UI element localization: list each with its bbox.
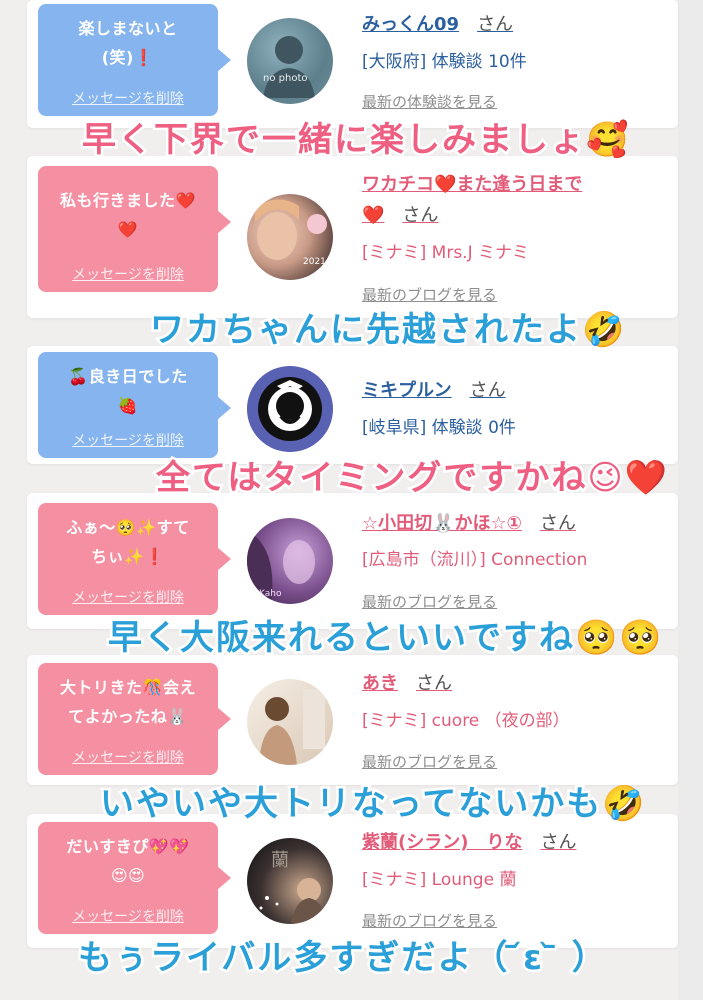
message-card: 楽しまないと (笑)❗ メッセージを削除 no photo みっくん09 さん [… <box>27 0 678 128</box>
avatar-text: no photo <box>263 73 308 84</box>
delete-message-link[interactable]: メッセージを削除 <box>38 747 218 767</box>
avatar-photo <box>247 366 333 452</box>
overlay-caption: ワカちゃんに先越されたよ🤣 <box>147 308 627 353</box>
message-text: 🍓 <box>117 396 139 415</box>
user-info: [ミナミ] Lounge 蘭 <box>362 870 517 890</box>
message-text: ❤️ <box>117 220 139 239</box>
message-bubble: 楽しまないと (笑)❗ メッセージを削除 <box>38 4 231 116</box>
user-name-link[interactable]: ワカチコ❤️また逢う日まで <box>362 170 582 196</box>
user-name-link[interactable]: あき さん <box>362 669 452 695</box>
delete-message-link[interactable]: メッセージを削除 <box>38 264 218 284</box>
latest-post-link[interactable]: 最新のブログを見る <box>362 751 497 772</box>
message-bubble: 大トリきた🎊会え てよかったね🐰 メッセージを削除 <box>38 663 231 775</box>
user-name-link[interactable]: ミキプルン さん <box>362 376 506 402</box>
latest-post-link[interactable]: 最新のブログを見る <box>362 591 497 612</box>
avatar-photo: 蘭 <box>259 850 327 924</box>
message-text: 私も行きました❤️ <box>60 191 196 210</box>
message-text: ふぁ〜🥺✨すて <box>66 518 190 537</box>
user-name-link[interactable]: みっくん09 さん <box>362 10 513 36</box>
user-name-link[interactable]: 紫蘭(シラン) りな さん <box>362 828 576 854</box>
message-card: 大トリきた🎊会え てよかったね🐰 メッセージを削除 あき さん [ミナミ] cuo… <box>27 655 678 785</box>
avatar-photo <box>259 689 325 765</box>
suffix: さん <box>469 380 506 401</box>
message-text: 楽しまないと <box>78 19 178 38</box>
avatar[interactable] <box>247 366 333 452</box>
avatar[interactable]: no photo <box>247 18 333 104</box>
overlay-caption: もぅライバル多すぎだよ（ ᷄ɛ ᷅ ） <box>76 936 609 981</box>
avatar[interactable]: 蘭 <box>247 838 333 924</box>
delete-message-link[interactable]: メッセージを削除 <box>38 587 218 607</box>
overlay-caption: 早く下界で一緒に楽しみましょ🥰 <box>79 118 631 163</box>
message-text: (笑)❗ <box>101 48 155 67</box>
suffix: さん <box>416 673 452 694</box>
scroll-rail <box>678 0 703 1000</box>
message-card: だいすきぴ💖💖 😍😍 メッセージを削除 蘭 紫蘭(シラン) りな さん [ミナミ]… <box>27 814 678 948</box>
suffix: さん <box>540 832 577 853</box>
avatar-photo: Kaho <box>247 528 315 604</box>
message-card: 🍒良き日でした 🍓 メッセージを削除 ミキプルン さん [岐阜県] 体験談 0件 <box>27 346 678 464</box>
message-text: 🍒良き日でした <box>68 367 188 386</box>
latest-post-link[interactable]: 最新のブログを見る <box>362 910 497 931</box>
suffix: さん <box>539 513 576 534</box>
user-info: [広島市（流川）] Connection <box>362 550 588 570</box>
user-info: [ミナミ] cuore （夜の部） <box>362 711 570 731</box>
avatar[interactable] <box>247 679 333 765</box>
overlay-caption: 早く大阪来れるといいですね🥺🥺 <box>106 616 665 661</box>
message-bubble: ふぁ〜🥺✨すて ちぃ✨❗ メッセージを削除 <box>38 503 231 615</box>
avatar[interactable]: 2021 <box>247 194 333 280</box>
message-bubble: 私も行きました❤️ ❤️ メッセージを削除 <box>38 166 231 292</box>
message-card: ふぁ〜🥺✨すて ちぃ✨❗ メッセージを削除 Kaho ☆小田切🐰かほ☆① さん [… <box>27 493 678 629</box>
no-photo-icon <box>263 36 315 98</box>
message-bubble: だいすきぴ💖💖 😍😍 メッセージを削除 <box>38 822 231 934</box>
delete-message-link[interactable]: メッセージを削除 <box>38 906 218 926</box>
user-name-link[interactable]: ❤️ さん <box>362 201 438 227</box>
overlay-caption: いやいや大トリなってないかも🤣 <box>98 782 648 827</box>
user-info: [岐阜県] 体験談 0件 <box>362 418 516 438</box>
svg-text:蘭: 蘭 <box>271 850 289 871</box>
latest-post-link[interactable]: 最新の体験談を見る <box>362 91 497 112</box>
avatar-photo: 2021 <box>255 199 327 267</box>
svg-text:2021: 2021 <box>303 257 326 267</box>
delete-message-link[interactable]: メッセージを削除 <box>38 88 218 108</box>
overlay-caption: 全てはタイミングですかね😉❤️ <box>153 456 670 501</box>
user-info: [大阪府] 体験談 10件 <box>362 52 527 72</box>
message-text: だいすきぴ💖💖 <box>66 837 190 856</box>
message-text: 😍😍 <box>110 866 146 885</box>
svg-text:Kaho: Kaho <box>259 589 282 599</box>
message-text: てよかったね🐰 <box>68 707 188 726</box>
suffix: さん <box>402 205 439 226</box>
suffix: さん <box>477 14 514 35</box>
user-info: [ミナミ] Mrs.J ミナミ <box>362 243 530 263</box>
message-bubble: 🍒良き日でした 🍓 メッセージを削除 <box>38 352 231 458</box>
avatar[interactable]: Kaho <box>247 518 333 604</box>
message-text: ちぃ✨❗ <box>91 547 165 566</box>
user-name-link[interactable]: ☆小田切🐰かほ☆① さん <box>362 509 576 535</box>
message-card: 私も行きました❤️ ❤️ メッセージを削除 2021 ワカチコ❤️また逢う日まで… <box>27 156 678 318</box>
message-text: 大トリきた🎊会え <box>60 678 196 697</box>
delete-message-link[interactable]: メッセージを削除 <box>38 430 218 450</box>
